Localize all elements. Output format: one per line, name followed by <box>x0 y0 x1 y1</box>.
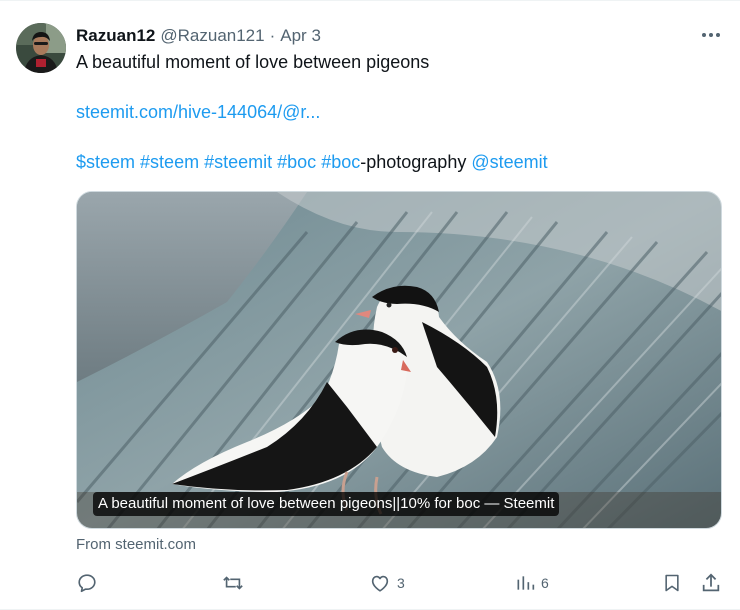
heart-icon <box>371 575 389 592</box>
bookmark-button[interactable] <box>662 569 682 597</box>
retweet-icon <box>223 576 243 590</box>
share-icon <box>702 573 720 592</box>
views-button[interactable]: 6 <box>515 569 549 597</box>
link-card-caption: A beautiful moment of love between pigeo… <box>93 492 560 516</box>
card-source[interactable]: From steemit.com <box>76 535 196 555</box>
display-name[interactable]: Razuan12 <box>76 26 155 46</box>
cashtag-steem[interactable]: $steem <box>76 152 135 172</box>
views-icon <box>517 576 535 590</box>
like-button[interactable]: 3 <box>369 569 405 597</box>
hashtag-boc-photography[interactable]: #boc <box>321 152 360 172</box>
action-bar: 3 6 <box>0 569 740 597</box>
pigeons-photo <box>77 192 721 528</box>
retweet-button[interactable] <box>221 569 245 597</box>
separator-dot: · <box>269 26 276 45</box>
more-options-icon[interactable] <box>697 23 725 47</box>
hashtag-steem[interactable]: #steem <box>140 152 199 172</box>
mention-steemit[interactable]: @steemit <box>471 152 547 172</box>
avatar[interactable] <box>16 23 66 73</box>
tweet-header: Razuan12 @Razuan121 · Apr 3 <box>76 25 321 47</box>
hashtag-boc[interactable]: #boc <box>277 152 316 172</box>
like-count: 3 <box>397 575 405 591</box>
photography-suffix: -photography <box>360 152 467 172</box>
link-card-image[interactable]: A beautiful moment of love between pigeo… <box>76 191 722 529</box>
user-handle[interactable]: @Razuan121 <box>160 26 264 46</box>
tweet-link[interactable]: steemit.com/hive-144064/@r... <box>76 100 320 124</box>
reply-icon <box>78 574 96 593</box>
bookmark-icon <box>665 574 679 592</box>
tweet-link-text[interactable]: steemit.com/hive-144064/@r... <box>76 102 320 122</box>
tweet-tags: $steem #steem #steemit #boc #boc-photogr… <box>76 150 548 174</box>
hashtag-steemit[interactable]: #steemit <box>204 152 272 172</box>
tweet-text: A beautiful moment of love between pigeo… <box>76 52 430 72</box>
share-button[interactable] <box>700 569 722 597</box>
tweet-card[interactable]: Razuan12 @Razuan121 · Apr 3 A beautiful … <box>0 0 740 610</box>
reply-button[interactable] <box>76 569 98 597</box>
view-count: 6 <box>541 575 549 591</box>
tweet-date[interactable]: Apr 3 <box>280 26 321 46</box>
